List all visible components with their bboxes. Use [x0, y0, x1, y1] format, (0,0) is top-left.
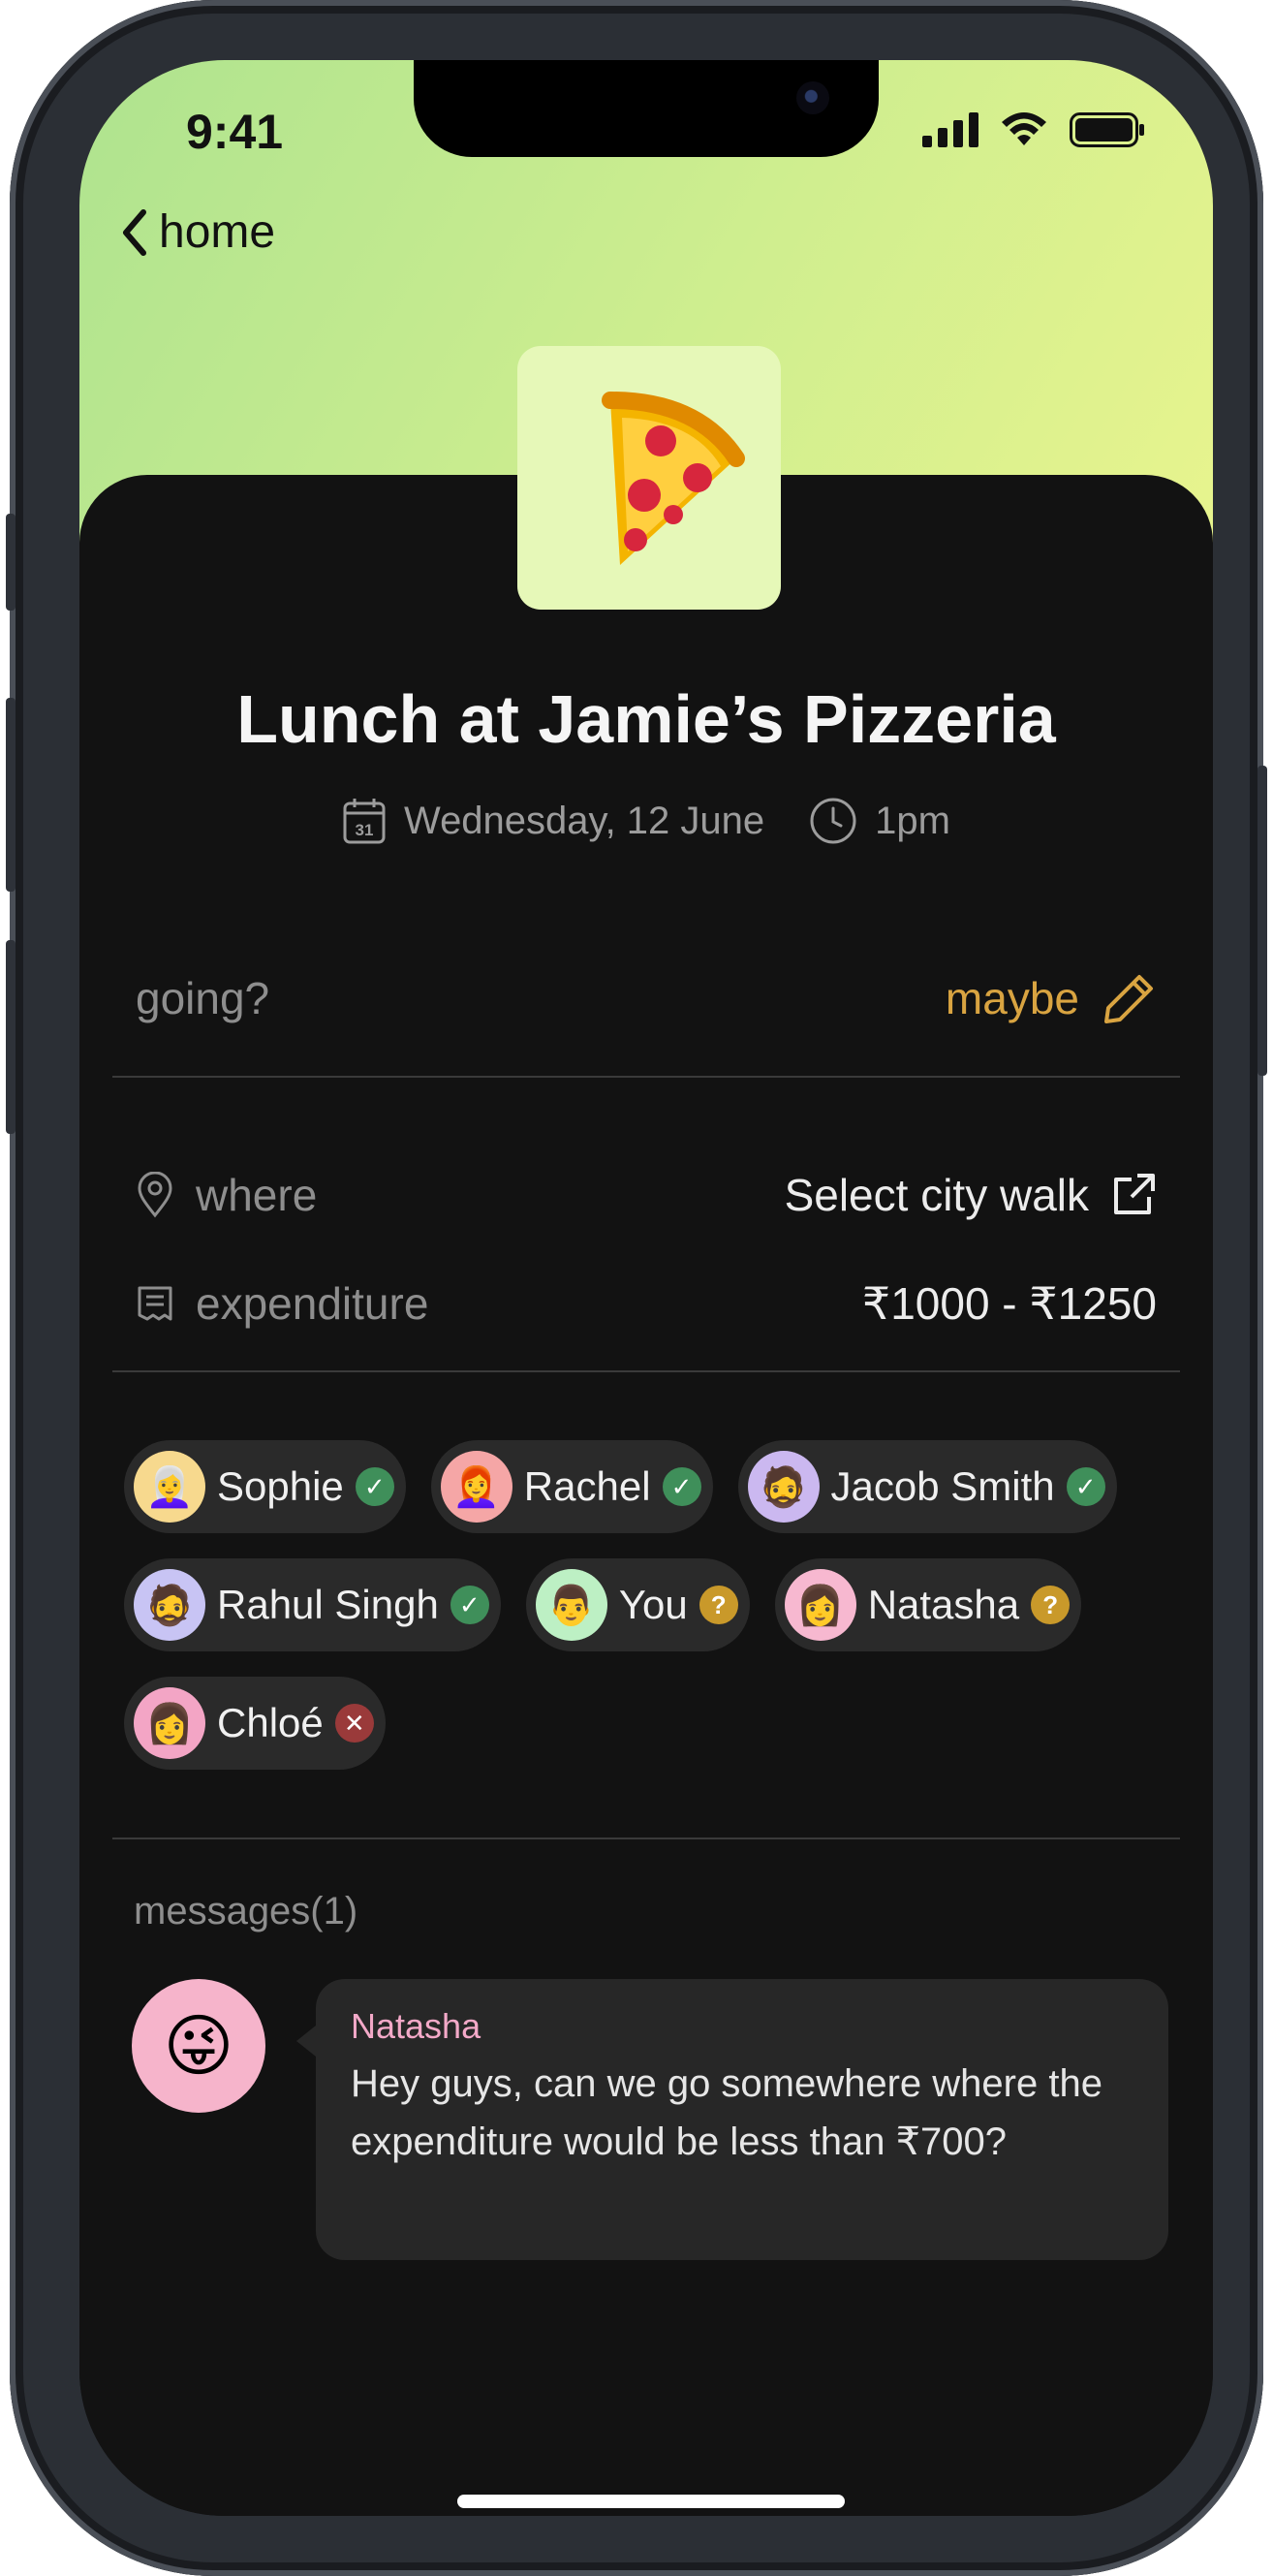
- check-icon: ✓: [662, 1467, 701, 1506]
- messages-title: messages(1): [134, 1890, 358, 1932]
- back-label: home: [159, 206, 276, 258]
- attendee-name: Chloé: [217, 1700, 324, 1745]
- message-author-avatar: 😜: [163, 2008, 234, 2084]
- divider: [112, 1370, 1180, 1372]
- event-icon-tile: [517, 346, 781, 610]
- pencil-icon: [1104, 975, 1153, 1023]
- question-icon: ?: [699, 1586, 738, 1624]
- avatar[interactable]: 😜: [132, 1979, 265, 2113]
- avatar: 🧔: [747, 1451, 820, 1523]
- rsvp-value: maybe: [945, 973, 1079, 1023]
- attendee-chip[interactable]: 👩 Chloé ✕: [124, 1677, 386, 1770]
- event-date: 31 Wednesday, 12 June: [342, 797, 764, 845]
- clock-icon: [810, 798, 856, 844]
- attendee-chip[interactable]: 🧔 Jacob Smith ✓: [737, 1440, 1117, 1533]
- rsvp-edit-button[interactable]: maybe: [946, 971, 1157, 1025]
- event-title: Lunch at Jamie’s Pizzeria: [236, 681, 1056, 757]
- message-text: Hey guys, can we go somewhere where the …: [351, 2062, 1102, 2163]
- where-link[interactable]: Select city walk: [785, 1169, 1157, 1221]
- back-button[interactable]: home: [120, 205, 275, 259]
- receipt-icon: [138, 1286, 172, 1321]
- attendee-name: Rachel: [523, 1463, 651, 1509]
- svg-text:31: 31: [356, 821, 374, 839]
- phone-frame: 9:41 home Lunch at Jamie’s Pizzeria 31 W…: [6, 0, 1267, 2576]
- location-pin-icon: [138, 1172, 172, 1218]
- avatar: 👨: [535, 1569, 607, 1641]
- power-button: [1257, 766, 1267, 1076]
- event-meta: 31 Wednesday, 12 June 1pm: [79, 797, 1213, 845]
- check-icon: ✓: [1066, 1467, 1105, 1506]
- wifi-icon: [1002, 112, 1046, 145]
- attendee-name: Rahul Singh: [217, 1582, 439, 1627]
- avatar: 👩: [784, 1569, 856, 1641]
- where-label: where: [196, 1170, 318, 1220]
- check-icon: ✓: [450, 1586, 489, 1624]
- event-time: 1pm: [809, 797, 950, 845]
- attendee-name: Natasha: [867, 1582, 1020, 1627]
- question-icon: ?: [1031, 1586, 1071, 1624]
- cellular-signal-icon: [922, 112, 978, 147]
- divider: [112, 1076, 1180, 1078]
- avatar: 👩‍🦰: [440, 1451, 512, 1523]
- home-indicator[interactable]: [457, 2495, 845, 2508]
- close-icon: ✕: [334, 1704, 374, 1743]
- rsvp-row: going? maybe: [136, 971, 1157, 1025]
- message-author: Natasha: [351, 2006, 481, 2046]
- rsvp-label: going?: [136, 973, 270, 1023]
- external-link-icon: [1114, 1174, 1155, 1214]
- where-value: Select city walk: [784, 1170, 1089, 1220]
- avatar: 👩: [134, 1687, 205, 1759]
- notch: [414, 60, 879, 157]
- expenditure-value: ₹1000 - ₹1250: [861, 1278, 1157, 1329]
- expenditure-label-group: expenditure: [136, 1277, 428, 1330]
- divider: [112, 1838, 1180, 1839]
- attendee-name: Jacob Smith: [830, 1463, 1055, 1509]
- attendee-row: 👩 Chloé ✕: [124, 1677, 1180, 1770]
- attendee-row: 🧔 Rahul Singh ✓ 👨 You? 👩 Natasha?: [124, 1558, 1180, 1651]
- status-time: 9:41: [186, 105, 284, 159]
- pizza-icon: [602, 392, 745, 565]
- attendee-chip[interactable]: 👩‍🦳 Sophie ✓: [124, 1440, 406, 1533]
- event-time-text: 1pm: [875, 799, 950, 842]
- attendee-row: 👩‍🦳 Sophie ✓ 👩‍🦰 Rachel ✓ 🧔 Jacob Smith ✓: [124, 1440, 1180, 1533]
- expenditure-label: expenditure: [196, 1278, 429, 1329]
- chevron-left-icon: [123, 208, 146, 256]
- battery-icon: [1070, 112, 1144, 147]
- attendee-name: You: [618, 1582, 688, 1627]
- avatar: 🧔: [134, 1569, 205, 1641]
- attendee-chip[interactable]: 🧔 Rahul Singh ✓: [124, 1558, 501, 1651]
- attendee-chip[interactable]: 👩‍🦰 Rachel ✓: [430, 1440, 713, 1533]
- where-label-group: where: [136, 1169, 317, 1221]
- where-row: where Select city walk: [136, 1169, 1157, 1221]
- expenditure-row: expenditure ₹1000 - ₹1250: [136, 1277, 1157, 1330]
- screen: 9:41 home Lunch at Jamie’s Pizzeria 31 W…: [79, 60, 1213, 2516]
- attendee-chip[interactable]: 👨 You?: [525, 1558, 750, 1651]
- status-icons: [922, 112, 1145, 147]
- check-icon: ✓: [355, 1467, 394, 1506]
- camera-icon: [796, 81, 829, 114]
- event-date-text: Wednesday, 12 June: [404, 799, 765, 842]
- message-bubble[interactable]: Natasha Hey guys, can we go somewhere wh…: [296, 1979, 1168, 2260]
- volume-down-button: [6, 940, 16, 1134]
- volume-up-button: [6, 698, 16, 892]
- attendee-name: Sophie: [217, 1463, 344, 1509]
- attendee-list: 👩‍🦳 Sophie ✓ 👩‍🦰 Rachel ✓ 🧔 Jacob Smith ✓ 🧔 Rahul …: [124, 1440, 1180, 1795]
- mute-switch: [6, 514, 16, 611]
- attendee-chip[interactable]: 👩 Natasha?: [774, 1558, 1082, 1651]
- calendar-icon: 31: [343, 799, 386, 844]
- avatar: 👩‍🦳: [134, 1451, 205, 1523]
